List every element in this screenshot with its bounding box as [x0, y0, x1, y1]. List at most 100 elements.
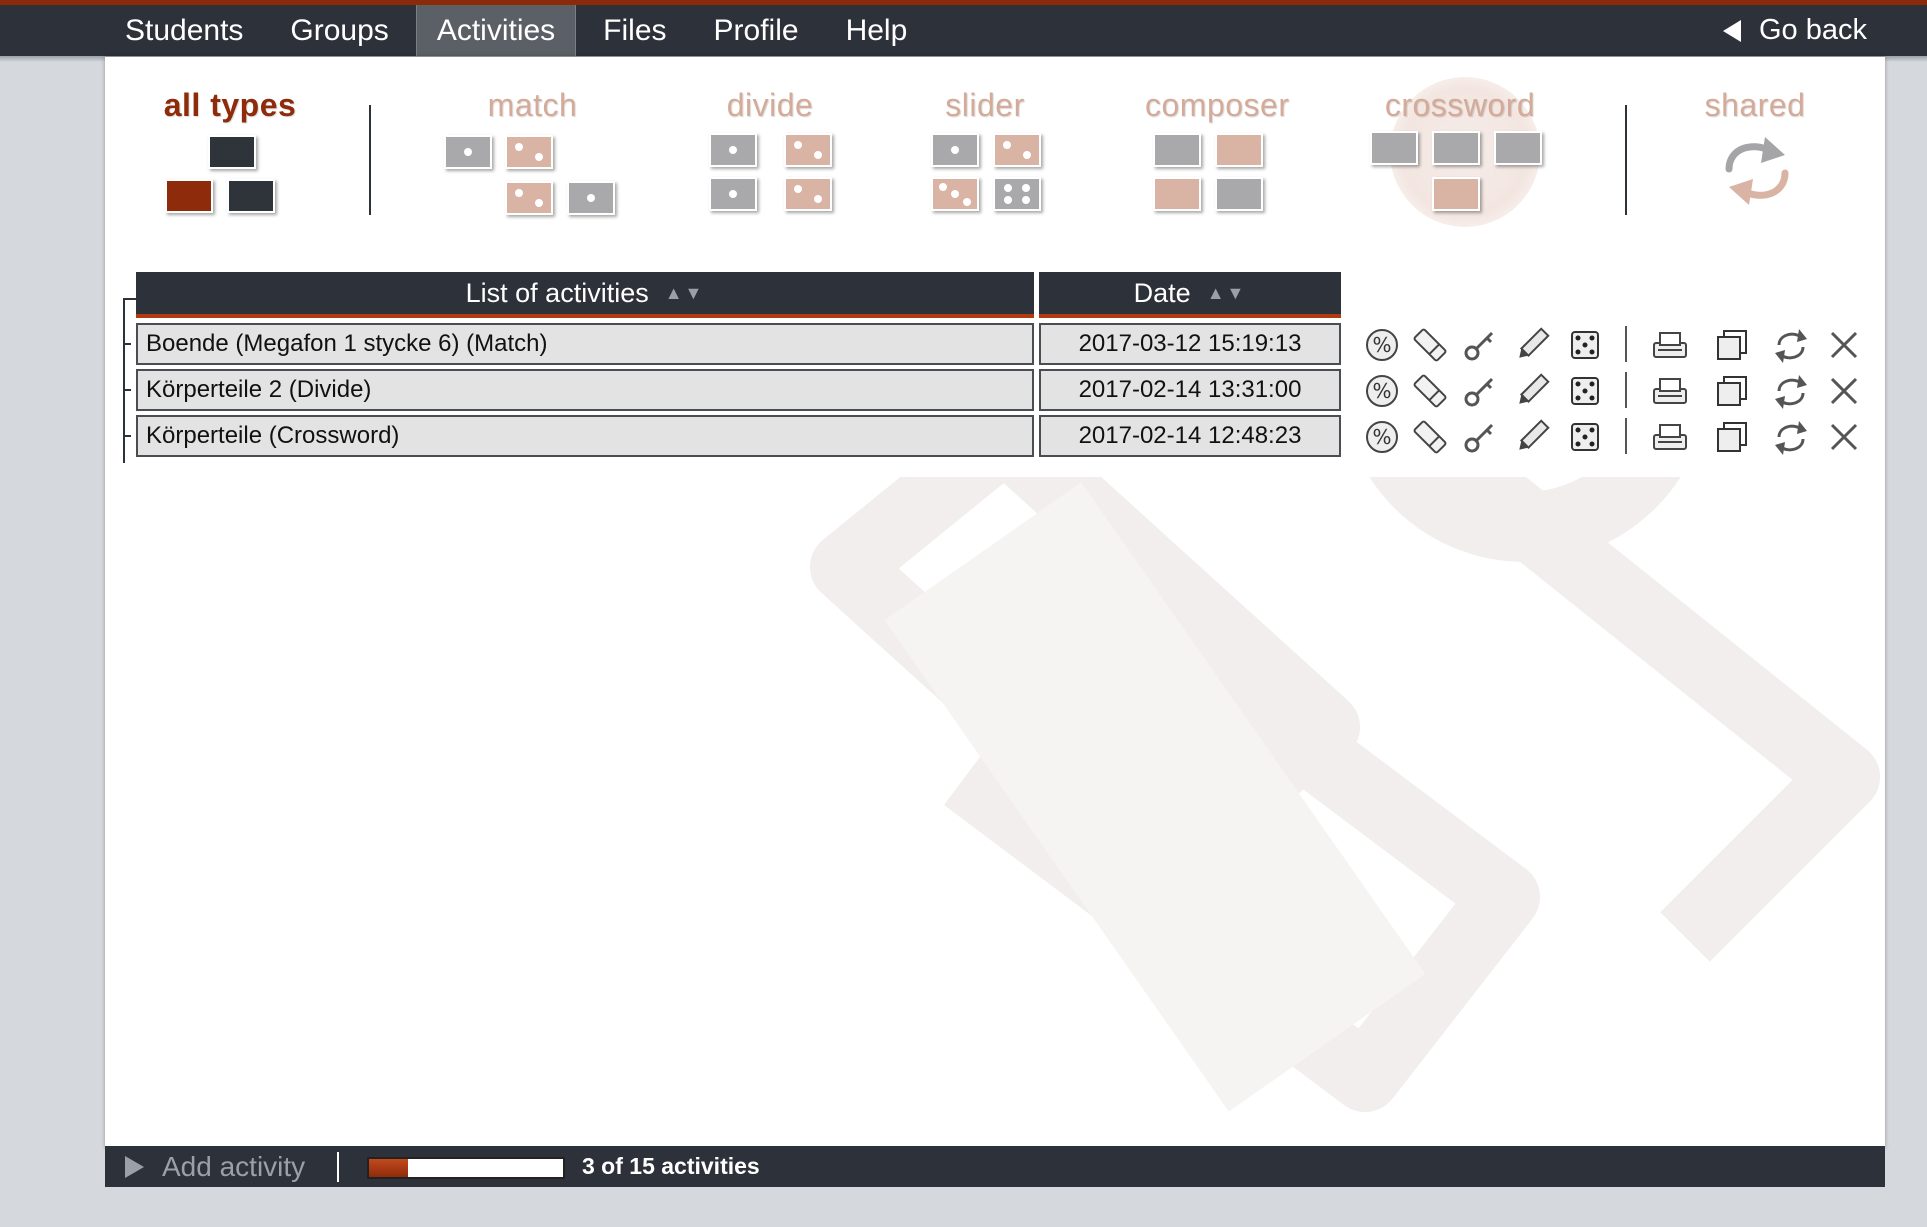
column-header-activities[interactable]: List of activities ▲▼ — [136, 272, 1034, 318]
percent-icon[interactable]: % — [1362, 371, 1402, 411]
crossword-square-icon — [1370, 131, 1418, 165]
share-icon[interactable] — [1771, 325, 1811, 365]
type-label-crossword: crossword — [1384, 87, 1536, 123]
composer-square-icon — [1153, 177, 1201, 211]
eraser-icon[interactable] — [1410, 325, 1450, 365]
pencil-icon[interactable] — [1512, 417, 1552, 457]
divide-square-icon — [784, 133, 832, 167]
add-activity-button[interactable]: Add activity — [125, 1146, 305, 1187]
back-arrow-icon — [1723, 19, 1741, 42]
top-navigation-bar: Students Groups Activities Files Profile… — [0, 0, 1927, 56]
composer-square-icon — [1153, 133, 1201, 167]
divide-square-icon — [709, 177, 757, 211]
dice-icon[interactable] — [1565, 371, 1605, 411]
go-back-label: Go back — [1759, 14, 1867, 46]
bottom-bar: Add activity 3 of 15 activities — [105, 1146, 1885, 1187]
type-divider — [369, 105, 371, 215]
type-label-all: all types — [163, 87, 297, 123]
divide-square-icon — [784, 177, 832, 211]
match-square-icon — [505, 135, 553, 169]
activity-date-cell[interactable]: 2017-03-12 15:19:13 — [1039, 323, 1341, 365]
eraser-icon[interactable] — [1410, 371, 1450, 411]
nav-files[interactable]: Files — [583, 5, 686, 56]
share-icon[interactable] — [1771, 371, 1811, 411]
action-divider — [1625, 326, 1627, 362]
type-filter-match[interactable]: match — [440, 87, 625, 217]
copy-icon[interactable] — [1712, 371, 1752, 411]
key-icon[interactable] — [1460, 371, 1500, 411]
pencil-icon[interactable] — [1512, 371, 1552, 411]
printer-icon[interactable] — [1650, 325, 1690, 365]
svg-text:%: % — [1372, 333, 1391, 357]
delete-icon[interactable] — [1824, 371, 1864, 411]
svg-text:%: % — [1372, 379, 1391, 403]
go-back-button[interactable]: Go back — [1723, 5, 1867, 56]
type-label-divide: divide — [726, 87, 814, 123]
percent-icon[interactable]: % — [1362, 417, 1402, 457]
activity-date-cell[interactable]: 2017-02-14 12:48:23 — [1039, 415, 1341, 457]
add-activity-label: Add activity — [162, 1150, 306, 1182]
crossword-square-icon — [1494, 131, 1542, 165]
action-divider — [1625, 418, 1627, 454]
column-header-activities-label: List of activities — [465, 277, 649, 308]
printer-icon[interactable] — [1650, 417, 1690, 457]
activity-count: 3 of 15 activities — [582, 1153, 760, 1179]
dice-icon[interactable] — [1565, 417, 1605, 457]
type-label-composer: composer — [1145, 87, 1290, 123]
nav-profile[interactable]: Profile — [694, 5, 819, 56]
shared-arrows-icon — [1725, 137, 1789, 205]
type-filter-all[interactable]: all types — [160, 87, 300, 217]
slider-square-icon — [931, 133, 979, 167]
composer-square-icon — [1215, 177, 1263, 211]
delete-icon[interactable] — [1824, 325, 1864, 365]
tree-branch — [123, 389, 131, 391]
share-icon[interactable] — [1771, 417, 1811, 457]
crossword-square-icon — [1432, 131, 1480, 165]
main-nav: Students Groups Activities Files Profile… — [105, 5, 934, 56]
column-header-date[interactable]: Date ▲▼ — [1039, 272, 1341, 318]
progress-fill — [369, 1159, 408, 1177]
eraser-icon[interactable] — [1410, 417, 1450, 457]
slider-square-icon — [931, 177, 979, 211]
key-icon[interactable] — [1460, 325, 1500, 365]
nav-groups[interactable]: Groups — [270, 5, 408, 56]
type-filter-divide[interactable]: divide — [705, 87, 835, 217]
slider-square-icon — [993, 133, 1041, 167]
type-filter-shared[interactable]: shared — [1690, 87, 1820, 217]
tree-branch — [123, 343, 131, 345]
tree-branch — [123, 298, 136, 300]
type-filter-slider[interactable]: slider — [925, 87, 1045, 217]
slider-square-icon — [993, 177, 1041, 211]
nav-help[interactable]: Help — [826, 5, 928, 56]
dice-icon[interactable] — [1565, 325, 1605, 365]
sort-arrows-icon[interactable]: ▲▼ — [1207, 283, 1247, 304]
type-filter-composer[interactable]: composer — [1145, 87, 1290, 217]
match-square-icon — [505, 181, 553, 215]
activity-name-cell[interactable]: Körperteile 2 (Divide) — [136, 369, 1034, 411]
main-panel: all types match divide slider composer c… — [105, 57, 1885, 1148]
play-icon — [125, 1155, 144, 1178]
copy-icon[interactable] — [1712, 417, 1752, 457]
bottom-divider — [337, 1152, 339, 1182]
activity-name-cell[interactable]: Boende (Megafon 1 stycke 6) (Match) — [136, 323, 1034, 365]
delete-icon[interactable] — [1824, 417, 1864, 457]
crossword-square-icon — [1432, 177, 1480, 211]
activity-date-cell[interactable]: 2017-02-14 13:31:00 — [1039, 369, 1341, 411]
watermark-logo-icon — [810, 477, 1880, 1112]
svg-text:%: % — [1372, 425, 1391, 449]
nav-activities[interactable]: Activities — [415, 5, 577, 56]
nav-students[interactable]: Students — [105, 5, 263, 56]
all-types-square-icon — [165, 179, 213, 213]
printer-icon[interactable] — [1650, 371, 1690, 411]
pencil-icon[interactable] — [1512, 325, 1552, 365]
sort-arrows-icon[interactable]: ▲▼ — [665, 283, 705, 304]
tree-line — [123, 298, 125, 463]
copy-icon[interactable] — [1712, 325, 1752, 365]
type-divider — [1625, 105, 1627, 215]
type-label-match: match — [487, 87, 578, 123]
activity-name-cell[interactable]: Körperteile (Crossword) — [136, 415, 1034, 457]
composer-square-icon — [1215, 133, 1263, 167]
percent-icon[interactable]: % — [1362, 325, 1402, 365]
type-filter-crossword[interactable]: crossword — [1370, 77, 1550, 227]
key-icon[interactable] — [1460, 417, 1500, 457]
